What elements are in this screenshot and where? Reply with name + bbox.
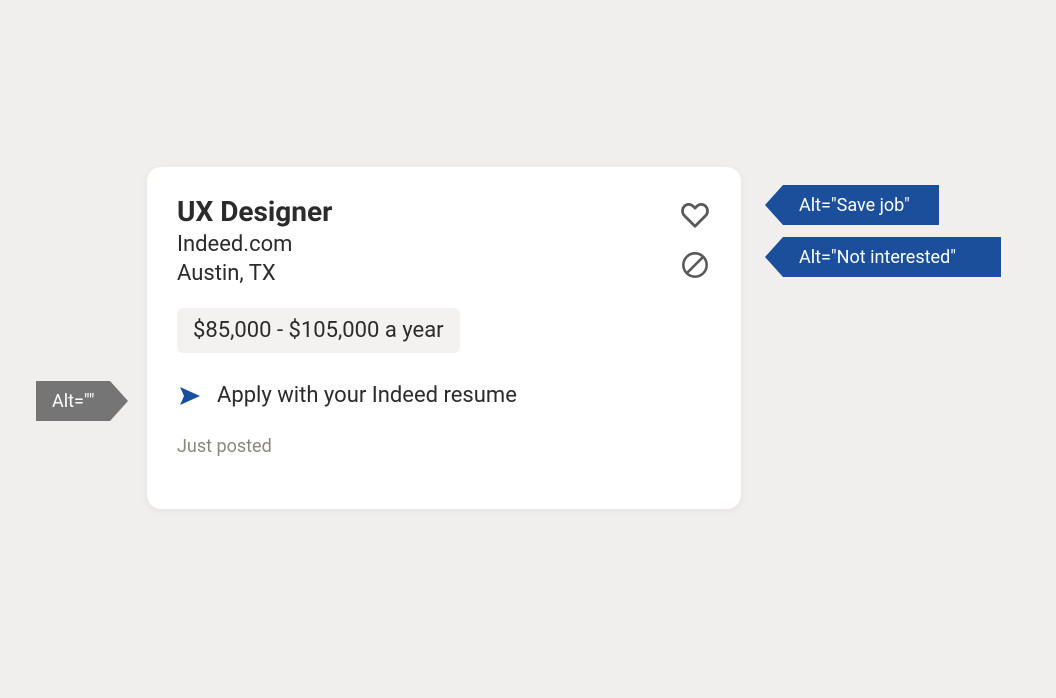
card-header: UX Designer Indeed.com Austin, TX (177, 195, 711, 286)
callout-not-interested: Alt="Not interested" (783, 237, 1001, 277)
job-title: UX Designer (177, 195, 332, 228)
save-job-button[interactable] (679, 199, 711, 231)
diagram-canvas: UX Designer Indeed.com Austin, TX (0, 0, 1056, 698)
not-interested-button[interactable] (679, 249, 711, 281)
job-location: Austin, TX (177, 261, 332, 286)
job-info: UX Designer Indeed.com Austin, TX (177, 195, 332, 286)
apply-text: Apply with your Indeed resume (217, 383, 517, 408)
salary-pill: $85,000 - $105,000 a year (177, 308, 460, 353)
apply-row[interactable]: Apply with your Indeed resume (177, 383, 711, 408)
callout-save-job: Alt="Save job" (783, 185, 939, 225)
heart-icon (680, 201, 710, 229)
send-icon (177, 384, 203, 408)
posted-time: Just posted (177, 436, 711, 457)
block-icon (681, 251, 709, 279)
job-card: UX Designer Indeed.com Austin, TX (147, 167, 741, 509)
action-icons (679, 195, 711, 281)
company-name: Indeed.com (177, 232, 332, 257)
callout-empty-alt: Alt="" (36, 381, 110, 421)
